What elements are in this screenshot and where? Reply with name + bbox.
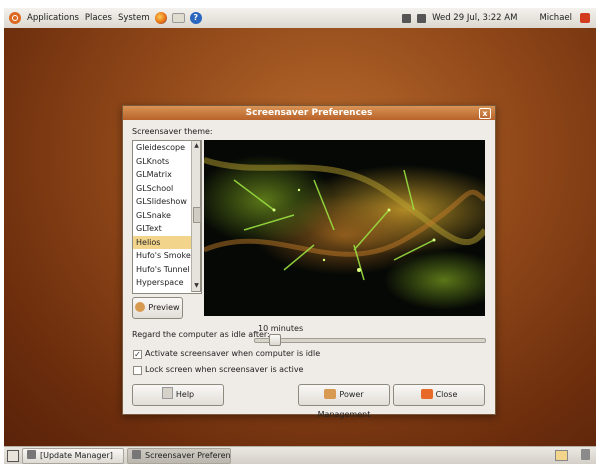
theme-list-scrollbar[interactable]: ▲ ▼ (191, 140, 201, 292)
trash-icon[interactable] (581, 449, 590, 460)
activate-checkbox[interactable]: ✓ (133, 350, 142, 359)
power-management-button[interactable]: Power Management (298, 384, 390, 419)
screensaver-task-icon (132, 450, 141, 459)
lock-checkbox[interactable] (133, 366, 142, 375)
help-button[interactable]: Help (132, 384, 224, 406)
scroll-down-icon[interactable]: ▼ (193, 282, 200, 290)
close-button[interactable]: Close (393, 384, 485, 406)
bottom-panel: [Update Manager] Screensaver Preferenc··… (4, 446, 596, 464)
idle-slider-thumb[interactable] (269, 334, 281, 346)
power-icon (324, 389, 337, 399)
taskbar-update-manager[interactable]: [Update Manager] (22, 448, 124, 464)
close-icon[interactable]: x (479, 108, 491, 119)
taskbar-update-manager-label: [Update Manager] (40, 451, 113, 460)
top-panel: Applications Places System ? Wed 29 Jul,… (4, 8, 596, 29)
shutdown-icon[interactable] (580, 13, 590, 23)
help-button-icon (161, 387, 173, 399)
close-button-icon (420, 389, 433, 399)
screensaver-preview (204, 140, 485, 316)
mail-icon[interactable] (171, 13, 185, 23)
user-name[interactable]: Michael (539, 13, 572, 23)
ubuntu-logo-icon[interactable] (9, 12, 21, 24)
help-icon[interactable]: ? (189, 12, 202, 24)
idle-slider-track[interactable] (254, 338, 486, 343)
preview-button[interactable]: Preview (132, 297, 183, 319)
preview-button-label: Preview (148, 303, 180, 312)
firefox-icon[interactable] (154, 12, 167, 24)
preview-icon (135, 302, 146, 312)
taskbar-screensaver-label: Screensaver Preferenc··· (145, 451, 231, 460)
dialog-title: Screensaver Preferences (245, 108, 373, 118)
helios-preview-image (204, 140, 485, 316)
applications-menu[interactable]: Applications (27, 13, 79, 23)
idle-value: 10 minutes (258, 324, 304, 333)
scrollbar-thumb[interactable] (193, 207, 201, 223)
workspace-switcher[interactable] (555, 450, 568, 461)
activate-checkbox-label[interactable]: Activate screensaver when computer is id… (145, 349, 320, 358)
update-manager-icon (27, 450, 36, 459)
places-menu[interactable]: Places (85, 13, 112, 23)
clock[interactable]: Wed 29 Jul, 3:22 AM (432, 13, 517, 23)
network-icon[interactable] (402, 13, 412, 23)
idle-label: Regard the computer as idle after: (132, 330, 270, 339)
volume-icon[interactable] (417, 13, 427, 23)
help-button-label: Help (175, 390, 195, 399)
system-menu[interactable]: System (118, 13, 150, 23)
theme-label: Screensaver theme: (132, 127, 213, 136)
taskbar-screensaver-preferences[interactable]: Screensaver Preferenc··· (127, 448, 231, 464)
dialog-titlebar[interactable]: Screensaver Preferences x (123, 106, 495, 120)
close-button-label: Close (435, 390, 458, 399)
lock-checkbox-label[interactable]: Lock screen when screensaver is active (145, 365, 303, 374)
scroll-up-icon[interactable]: ▲ (193, 142, 200, 150)
screensaver-preferences-dialog: Screensaver Preferences x Screensaver th… (122, 105, 496, 419)
show-desktop-icon[interactable] (7, 450, 19, 462)
